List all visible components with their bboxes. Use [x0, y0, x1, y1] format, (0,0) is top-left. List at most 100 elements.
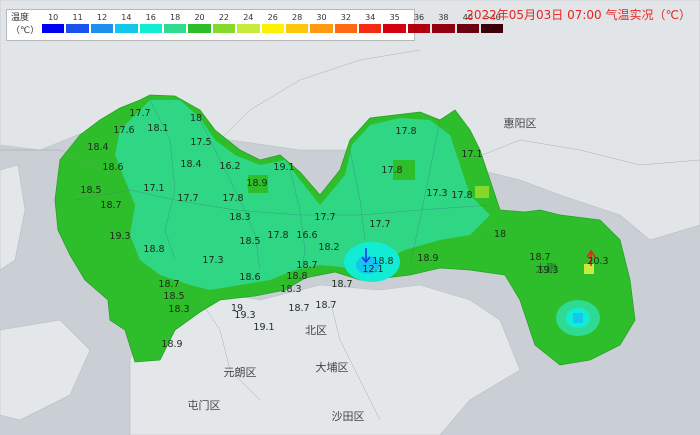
legend-stop-label: 14	[121, 13, 132, 22]
legend-stop-label: 24	[243, 13, 254, 22]
legend-stop-swatch	[42, 24, 65, 33]
station-temperature-label: 19.3	[109, 231, 130, 242]
station-temperature-label: 18.7	[296, 260, 317, 271]
legend-stop-swatch	[237, 24, 260, 33]
station-temperature-label: 18.5	[80, 185, 101, 196]
legend-stop: 30	[309, 13, 333, 38]
station-temperature-label: 17.1	[461, 149, 482, 160]
station-temperature-label: 18.1	[147, 123, 168, 134]
legend-stop: 22	[212, 13, 236, 38]
legend-stop-swatch	[261, 24, 284, 33]
station-temperature-label: 17.7	[177, 193, 198, 204]
legend-stop: 28	[285, 13, 309, 38]
station-temperature-label: 20.3	[587, 256, 608, 267]
station-temperature-label: 17.5	[190, 137, 211, 148]
legend-stop: 18	[163, 13, 187, 38]
station-temperature-label: 18.9	[246, 178, 267, 189]
legend-stop: 11	[65, 13, 89, 38]
legend-stop-swatch	[115, 24, 138, 33]
district-label-yuanlang: 元朗区	[224, 366, 257, 379]
station-temperature-label: 17.3	[426, 188, 447, 199]
legend-stop: 16	[139, 13, 163, 38]
legend-stop: 14	[114, 13, 138, 38]
legend-unit: （℃）	[11, 26, 40, 36]
legend-stop-swatch	[90, 24, 114, 33]
legend-stop-swatch	[359, 24, 382, 33]
legend-stop-swatch	[383, 24, 406, 33]
station-temperature-label: 17.8	[222, 193, 243, 204]
station-temperature-label: 17.8	[395, 126, 416, 137]
station-temperature-label: 19.3	[234, 310, 255, 321]
legend-stop: 38	[431, 13, 455, 38]
legend-stop-label: 26	[267, 13, 278, 22]
station-temperature-label: 18.7	[331, 279, 352, 290]
station-temperature-label: 18.4	[180, 159, 201, 170]
legend-stop: 34	[358, 13, 382, 38]
station-temperature-label: 17.7	[129, 108, 150, 119]
legend-stop-label: 16	[145, 13, 156, 22]
legend-stop: 24	[236, 13, 260, 38]
station-temperature-label: 17.6	[113, 125, 134, 136]
legend-stop-label: 12	[96, 13, 108, 22]
station-temperature-label: 17.8	[267, 230, 288, 241]
legend-stop-label: 30	[316, 13, 327, 22]
station-temperature-label: 18.2	[318, 242, 339, 253]
legend-stop: 10	[41, 13, 65, 38]
legend-stop-label: 18	[170, 13, 181, 22]
station-temperature-label: 17.8	[381, 165, 402, 176]
legend-stop-label: 34	[365, 13, 376, 22]
legend-stop-label: 36	[413, 13, 425, 22]
legend-stop-label: 35	[389, 13, 400, 22]
station-temperature-label: 18.3	[168, 304, 189, 315]
station-temperature-label: 19.1	[273, 162, 294, 173]
station-temperature-label: 18.7	[529, 252, 550, 263]
legend-stop-label: 32	[340, 13, 351, 22]
station-temperature-label: 18.8	[286, 271, 307, 282]
map-title: 2022年05月03日 07:00 气温实况（℃）	[466, 8, 691, 22]
station-temperature-label: 18.7	[158, 279, 179, 290]
station-temperature-label: 17.8	[451, 190, 472, 201]
legend-stop: 35	[382, 13, 406, 38]
legend-stop-swatch	[212, 24, 236, 33]
station-temperature-label: 18.9	[417, 253, 438, 264]
station-temperature-label: 16.2	[219, 161, 240, 172]
legend-stop: 12	[90, 13, 114, 38]
station-temperature-label: 17.7	[314, 212, 335, 223]
station-temperature-label: 16.6	[296, 230, 317, 241]
district-label-huiyang: 惠阳区	[504, 116, 537, 130]
legend-stop-swatch	[481, 24, 504, 33]
district-label-tunmen: 屯门区	[188, 398, 221, 412]
station-temperature-label: 18.9	[161, 339, 182, 350]
legend-stop: 32	[334, 13, 358, 38]
legend-stop-label: 22	[218, 13, 230, 22]
station-temperature-label: 18.6	[102, 162, 123, 173]
legend-stop-swatch	[188, 24, 211, 33]
legend-stop-swatch	[310, 24, 333, 33]
legend-stop-swatch	[66, 24, 89, 33]
station-temperature-label: 18	[494, 229, 506, 240]
district-label-beiqu: 北区	[305, 324, 327, 337]
station-temperature-label: 18.5	[239, 236, 260, 247]
warm-patch	[475, 186, 489, 198]
station-temperature-label: 19.3	[537, 265, 558, 276]
legend-stop-swatch	[139, 24, 162, 33]
temperature-map[interactable]: 惠阳区北区元朗区 大埔区屯门区沙田区大鹏 17.718.11817.618.4 17…	[0, 0, 700, 435]
legend-stop-label: 10	[48, 13, 59, 22]
legend-stop-label: 11	[72, 13, 83, 22]
station-temperature-label: 18.7	[288, 303, 309, 314]
station-temperature-label: 18.8	[143, 244, 164, 255]
station-temperature-label: 18.4	[87, 142, 108, 153]
dapeng-cold-center	[573, 313, 583, 323]
legend-stop-swatch	[407, 24, 431, 33]
station-temperature-label: 18.6	[239, 272, 260, 283]
station-temperature-label: 18.8	[372, 256, 393, 267]
legend-stop-swatch	[432, 24, 455, 33]
legend-stop: 20	[187, 13, 211, 38]
legend-stop-swatch	[456, 24, 480, 33]
station-temperature-label: 18.3	[229, 212, 250, 223]
temperature-legend: 温度 （℃） 10 11 12 14 16 18 20 22 24 26 28 30 32 34 35 36 3…	[6, 9, 504, 41]
station-temperature-label: 18	[190, 113, 202, 124]
station-temperature-label: 17.1	[143, 183, 164, 194]
legend-color-scale: 10 11 12 14 16 18 20 22 24 26 28 30 32 34 35 36 38 40 >40	[41, 13, 504, 38]
legend-stop-label: 20	[194, 13, 205, 22]
